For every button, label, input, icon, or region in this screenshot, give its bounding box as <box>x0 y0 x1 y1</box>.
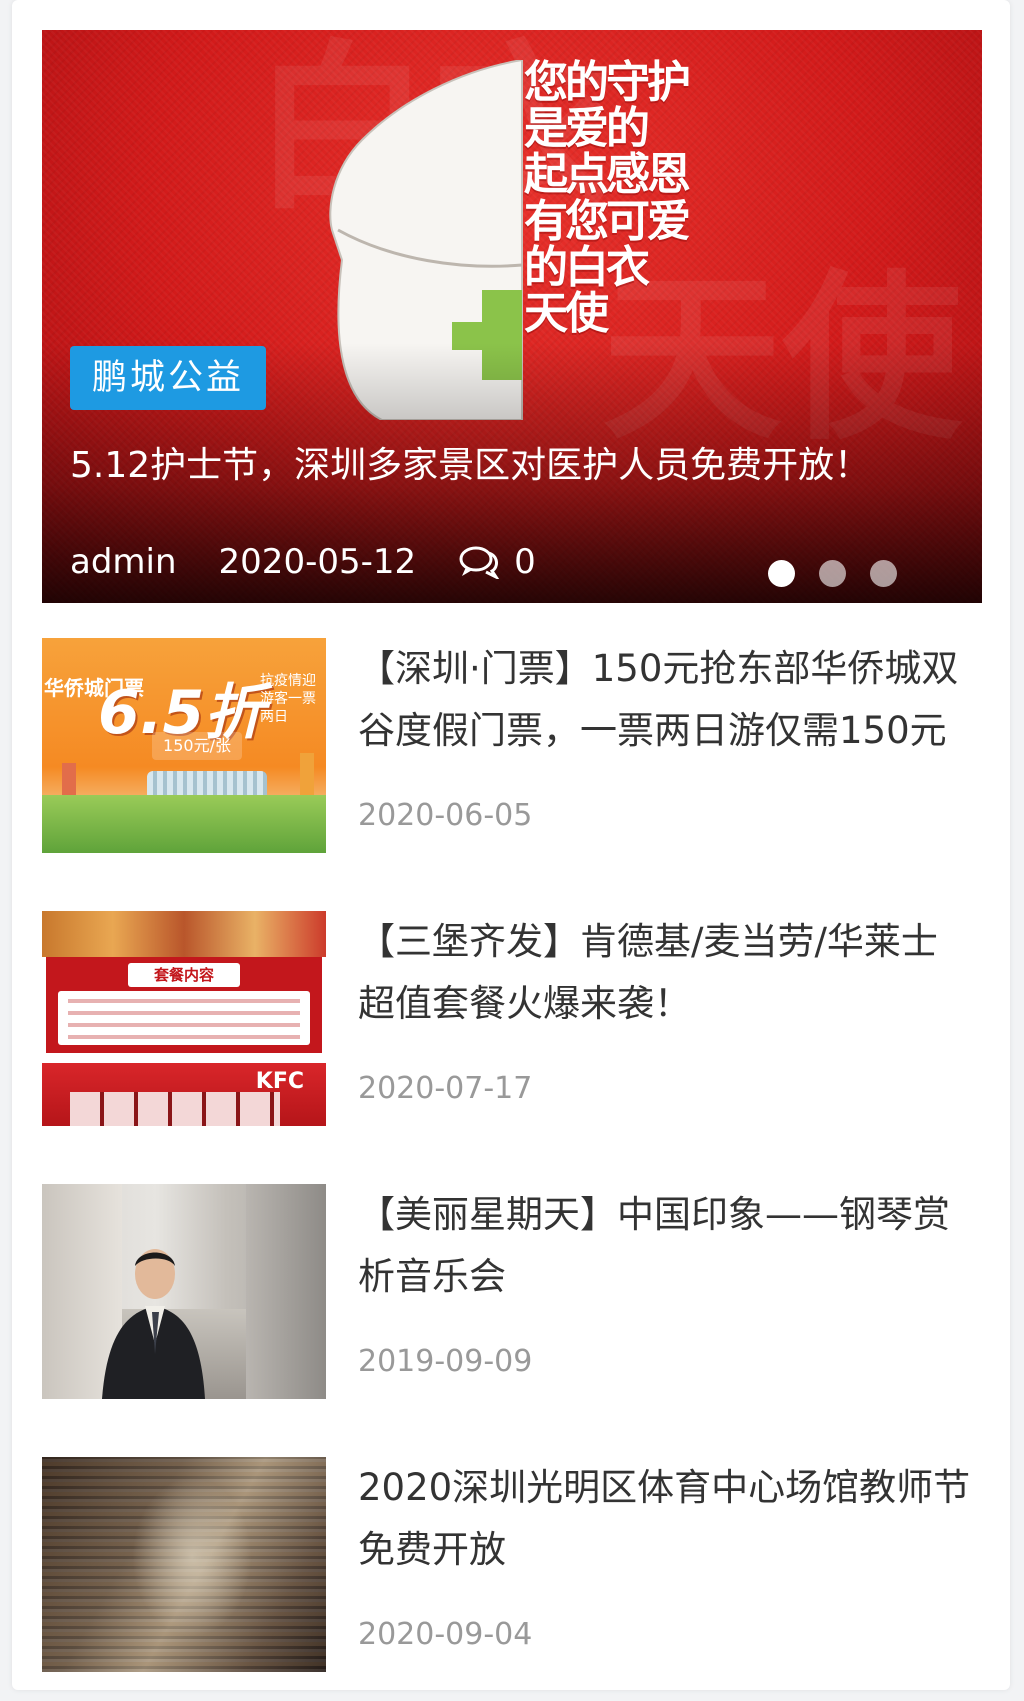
ground-graphic <box>42 795 326 853</box>
slogan-line: 您的守护 <box>524 57 691 108</box>
article-date: 2019-09-09 <box>358 1344 533 1379</box>
slogan-line: 起点感恩 <box>524 149 691 201</box>
article-title[interactable]: 【深圳·门票】150元抢东部华侨城双谷度假门票，一票两日游仅需150元起 <box>358 638 982 762</box>
food-photo <box>42 911 326 957</box>
store-front: KFC <box>42 1063 326 1126</box>
building-graphic <box>246 1184 326 1399</box>
article-title[interactable]: 2020深圳光明区体育中心场馆教师节免费开放 <box>358 1457 982 1581</box>
featured-title[interactable]: 5.12护士节，深圳多家景区对医护人员免费开放！ <box>70 440 950 492</box>
slider-dot-3[interactable] <box>870 560 897 587</box>
article-title[interactable]: 【三堡齐发】肯德基/麦当劳/华莱士 超值套餐火爆来袭！ <box>358 911 982 1035</box>
article-list: 华侨城门票 6.5折 抗疫情迎游客一票两日 150元/张 【深圳·门票】150元… <box>42 638 982 1690</box>
category-tag[interactable]: 鹏城公益 <box>70 346 267 410</box>
thumb-price: 150元/张 <box>152 732 242 760</box>
photo-highlight <box>132 1477 252 1637</box>
slogan-line: 有您可爱 <box>524 195 691 247</box>
pianist-photo <box>102 1249 205 1399</box>
news-card: 白衣 天使 您的守护 是爱的 起点感恩 有您可爱 的白衣 天使 鹏城公益 5.1… <box>12 0 1010 1690</box>
article-date: 2020-06-05 <box>358 798 533 833</box>
article-thumbnail[interactable] <box>42 1457 326 1672</box>
article-thumbnail[interactable]: 华侨城门票 6.5折 抗疫情迎游客一票两日 150元/张 <box>42 638 326 853</box>
list-item[interactable]: 【美丽星期天】中国印象——钢琴赏析音乐会 2019-09-09 <box>42 1184 982 1457</box>
featured-meta: admin 2020-05-12 0 <box>70 542 536 582</box>
slider-dot-1[interactable] <box>768 560 795 587</box>
thumb-label: 抗疫情迎游客一票两日 <box>260 673 316 725</box>
featured-slider[interactable]: 白衣 天使 您的守护 是爱的 起点感恩 有您可爱 的白衣 天使 鹏城公益 5.1… <box>42 30 982 603</box>
list-item[interactable]: 套餐内容 KFC 【三堡齐发】肯德基/麦当劳/华莱士 超值套餐火爆来袭！ 202… <box>42 911 982 1184</box>
list-item[interactable]: 华侨城门票 6.5折 抗疫情迎游客一票两日 150元/张 【深圳·门票】150元… <box>42 638 982 911</box>
slogan-line: 是爱的 <box>524 103 650 155</box>
comment-icon <box>458 545 500 579</box>
article-title[interactable]: 【美丽星期天】中国印象——钢琴赏析音乐会 <box>358 1184 982 1308</box>
article-date: 2020-07-17 <box>358 1071 533 1106</box>
slider-pagination <box>768 560 921 587</box>
store-windows <box>70 1092 280 1126</box>
list-item[interactable]: 2020深圳光明区体育中心场馆教师节免费开放 2020-09-04 <box>42 1457 982 1690</box>
menu-heading: 套餐内容 <box>128 963 240 987</box>
comment-count: 0 <box>514 542 536 582</box>
menu-list <box>58 991 310 1045</box>
article-thumbnail[interactable] <box>42 1184 326 1399</box>
slider-dot-2[interactable] <box>819 560 846 587</box>
slogan-line: 天使 <box>524 287 609 339</box>
featured-date: 2020-05-12 <box>218 542 417 582</box>
store-logo: KFC <box>255 1069 304 1094</box>
hero-slogan: 您的守护 是爱的 起点感恩 有您可爱 的白衣 天使 <box>524 57 724 339</box>
menu-panel: 套餐内容 <box>46 957 322 1053</box>
slogan-line: 的白衣 <box>524 241 650 293</box>
article-thumbnail[interactable]: 套餐内容 KFC <box>42 911 326 1126</box>
article-date: 2020-09-04 <box>358 1617 533 1652</box>
author-name[interactable]: admin <box>70 542 177 582</box>
